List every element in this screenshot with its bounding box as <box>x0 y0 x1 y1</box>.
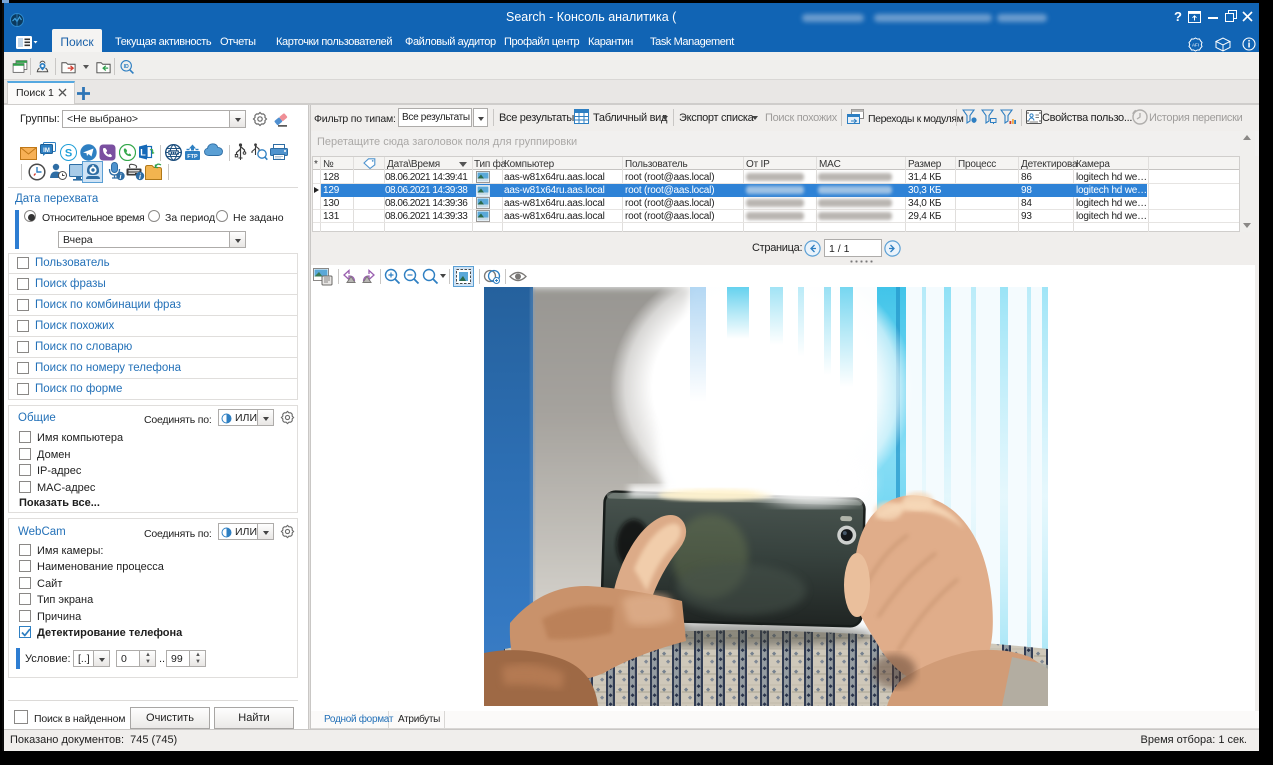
svg-text:ID: ID <box>124 64 129 70</box>
svg-text:AFI: AFI <box>1192 43 1199 48</box>
svg-text:HTTP: HTTP <box>169 151 179 155</box>
svg-text:FTP: FTP <box>187 154 198 160</box>
svg-text:S: S <box>65 148 72 160</box>
svg-text:L: L <box>140 148 146 158</box>
svg-text:IM: IM <box>43 148 50 154</box>
